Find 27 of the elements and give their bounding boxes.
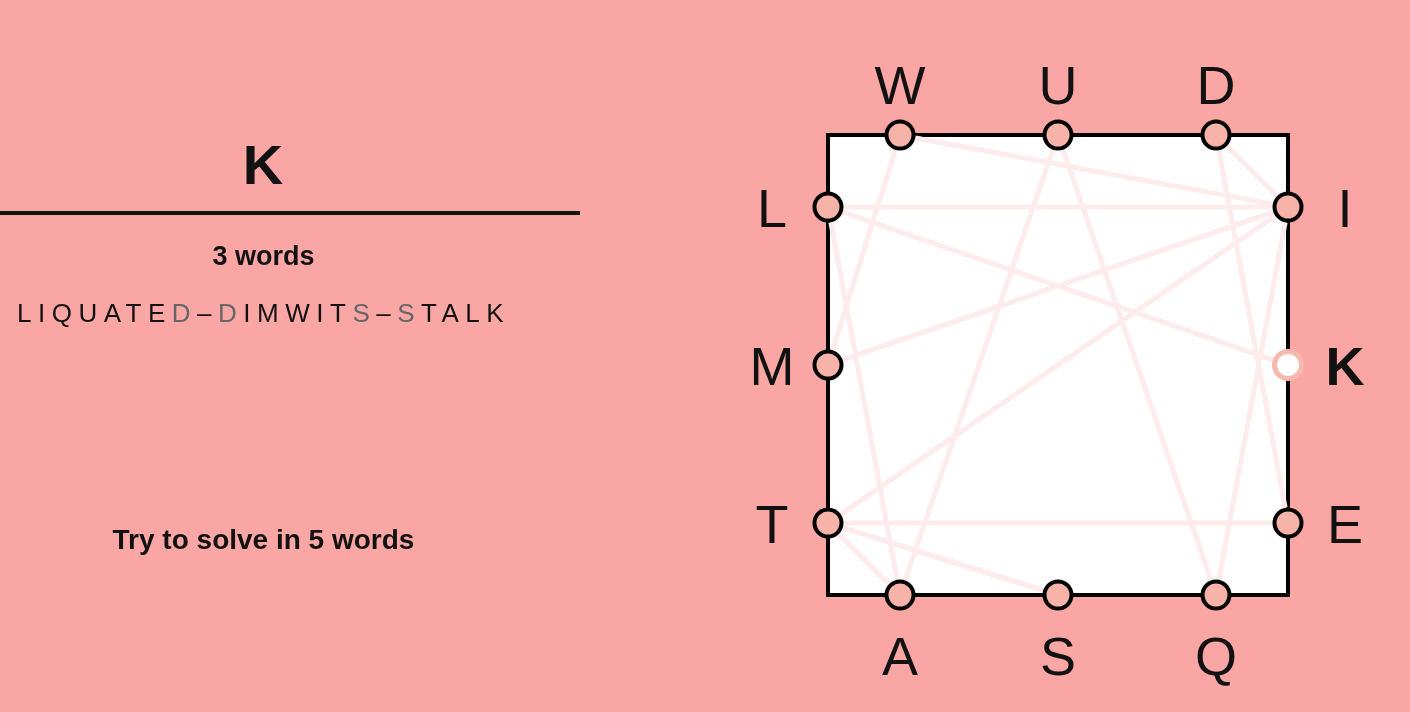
letter-button[interactable]: K xyxy=(1272,336,1365,396)
letter-dot-icon[interactable] xyxy=(1272,191,1304,223)
letter-dot-icon[interactable] xyxy=(1272,349,1304,381)
letter-button[interactable]: L xyxy=(757,178,844,238)
goal-text: Try to solve in 5 words xyxy=(111,523,416,557)
letter-button[interactable]: E xyxy=(1272,494,1363,554)
word-count: 3 words xyxy=(211,240,316,272)
letter-dot-icon[interactable] xyxy=(812,507,844,539)
letter-dot-icon[interactable] xyxy=(1042,119,1074,151)
letter-dot-icon[interactable] xyxy=(884,119,916,151)
letter-button[interactable]: M xyxy=(749,336,844,396)
letter-dot-icon[interactable] xyxy=(884,579,916,611)
letter-button[interactable]: I xyxy=(1272,178,1353,238)
letter-button[interactable]: T xyxy=(755,494,844,554)
letter-dot-icon[interactable] xyxy=(1200,119,1232,151)
letter-button[interactable]: D xyxy=(1196,55,1236,151)
letter-dot-icon[interactable] xyxy=(1272,507,1304,539)
letter-button[interactable]: U xyxy=(1038,55,1078,151)
letter-button[interactable]: S xyxy=(1040,579,1076,686)
letter-button[interactable]: A xyxy=(882,579,918,686)
letter-dot-icon[interactable] xyxy=(812,191,844,223)
letter-dot-icon[interactable] xyxy=(1042,579,1074,611)
letter-dot-icon[interactable] xyxy=(812,349,844,381)
letter-button[interactable]: W xyxy=(874,55,926,151)
letter-dot-icon[interactable] xyxy=(1200,579,1232,611)
word-input-field[interactable]: K xyxy=(0,133,580,215)
letter-button[interactable]: Q xyxy=(1195,579,1237,686)
